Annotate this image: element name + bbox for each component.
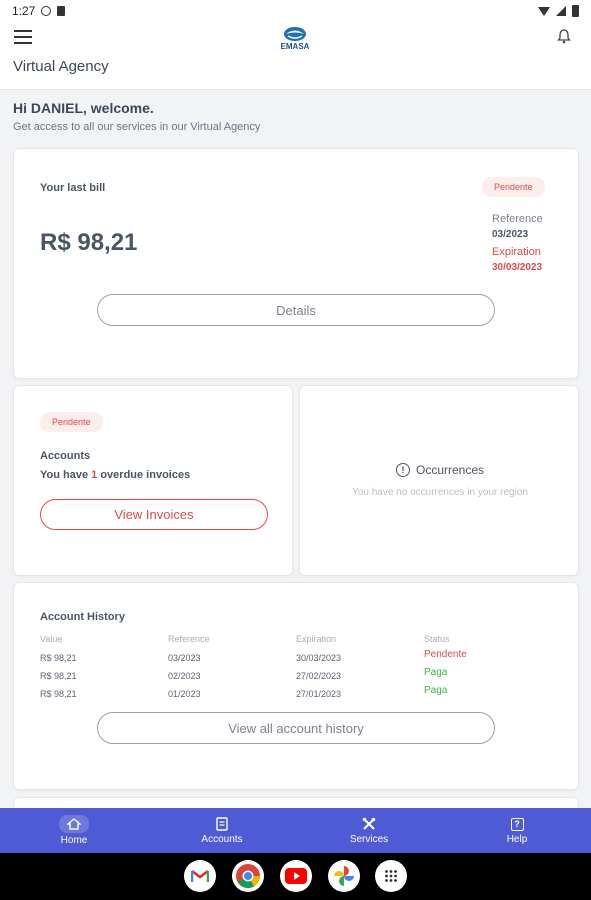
reference-value: 03/2023 bbox=[492, 229, 529, 240]
header-status: Status bbox=[424, 634, 450, 644]
nav-services[interactable]: Services bbox=[334, 808, 404, 853]
last-bill-title: Your last bill bbox=[40, 182, 106, 194]
account-history-card: Account History Value Reference Expirati… bbox=[13, 582, 579, 790]
reference-label: Reference bbox=[492, 213, 543, 225]
overdue-suffix: overdue invoices bbox=[97, 469, 191, 481]
nav-help-label: Help bbox=[506, 834, 528, 845]
header-reference: Reference bbox=[168, 634, 210, 644]
app-drawer-icon[interactable] bbox=[375, 860, 407, 892]
header-value: Value bbox=[40, 634, 63, 644]
nav-accounts-label: Accounts bbox=[201, 834, 243, 845]
cell-expiration: 27/02/2023 bbox=[296, 671, 342, 681]
alert-icon: ! bbox=[395, 463, 410, 477]
details-button[interactable]: Details bbox=[97, 294, 495, 326]
clock: 1:27 bbox=[12, 4, 36, 18]
expiration-value: 30/03/2023 bbox=[492, 262, 543, 273]
battery-icon bbox=[572, 5, 579, 17]
accounts-card: Pendente Accounts You have 1 overdue inv… bbox=[13, 385, 293, 576]
cell-expiration: 27/01/2023 bbox=[296, 689, 342, 699]
cell-value: R$ 98,21 bbox=[40, 689, 77, 699]
cell-status: Pendente bbox=[424, 649, 467, 660]
document-icon bbox=[210, 816, 234, 832]
nav-accounts[interactable]: Accounts bbox=[187, 808, 257, 853]
app-bar: EMASA Virtual Agency bbox=[0, 22, 591, 90]
cell-value: R$ 98,21 bbox=[40, 671, 77, 681]
wifi-icon bbox=[538, 6, 550, 16]
cell-reference: 03/2023 bbox=[168, 653, 201, 663]
gmail-icon[interactable] bbox=[184, 860, 216, 892]
last-bill-card: Your last bill Pendente R$ 98,21 Referen… bbox=[13, 148, 579, 379]
notification-icon bbox=[41, 6, 52, 16]
cell-status: Paga bbox=[424, 685, 448, 696]
occurrences-message: You have no occurrences in your region bbox=[352, 487, 528, 498]
expiration-label: Expiration bbox=[492, 246, 541, 258]
nav-services-label: Services bbox=[349, 834, 389, 845]
page-title: Virtual Agency bbox=[13, 58, 109, 75]
status-badge: Pendente bbox=[482, 177, 545, 197]
cell-reference: 01/2023 bbox=[168, 689, 201, 699]
accounts-title: Accounts bbox=[40, 450, 91, 462]
signal-icon bbox=[556, 6, 566, 16]
svg-text:EMASA: EMASA bbox=[281, 42, 310, 51]
welcome-subtitle: Get access to all our services in our Vi… bbox=[13, 121, 261, 133]
occurrences-card: ! Occurrences You have no occurrences in… bbox=[299, 385, 579, 576]
status-bar: 1:27 bbox=[0, 0, 591, 22]
status-badge: Pendente bbox=[40, 412, 103, 432]
menu-icon[interactable] bbox=[14, 30, 32, 44]
bill-amount: R$ 98,21 bbox=[40, 229, 138, 256]
notification-bell-icon[interactable] bbox=[557, 28, 571, 44]
chrome-icon[interactable] bbox=[232, 860, 264, 892]
overdue-prefix: You have bbox=[40, 469, 92, 481]
welcome-greeting: Hi DANIEL, welcome. bbox=[13, 100, 154, 116]
nav-home-label: Home bbox=[60, 835, 88, 846]
photos-icon[interactable] bbox=[328, 860, 360, 892]
emasa-logo: EMASA bbox=[272, 25, 318, 51]
help-icon: ? bbox=[505, 816, 529, 832]
youtube-icon[interactable] bbox=[280, 860, 312, 892]
tools-icon bbox=[357, 816, 381, 832]
overdue-text: You have 1 overdue invoices bbox=[40, 469, 190, 481]
header-expiration: Expiration bbox=[296, 634, 337, 644]
view-invoices-button[interactable]: View Invoices bbox=[40, 499, 268, 530]
view-all-history-button[interactable]: View all account history bbox=[97, 712, 495, 744]
cell-value: R$ 98,21 bbox=[40, 653, 77, 663]
cell-reference: 02/2023 bbox=[168, 671, 201, 681]
history-title: Account History bbox=[40, 611, 125, 623]
sd-card-icon bbox=[57, 6, 66, 16]
occurrences-heading: ! Occurrences bbox=[300, 463, 580, 477]
cell-status: Paga bbox=[424, 667, 448, 678]
occurrences-title: Occurrences bbox=[415, 463, 485, 477]
home-icon bbox=[59, 815, 89, 833]
cell-expiration: 30/03/2023 bbox=[296, 653, 342, 663]
nav-help[interactable]: ? Help bbox=[482, 808, 552, 853]
nav-home[interactable]: Home bbox=[39, 808, 109, 853]
bottom-nav: Home Accounts Services ? Help bbox=[0, 808, 591, 853]
